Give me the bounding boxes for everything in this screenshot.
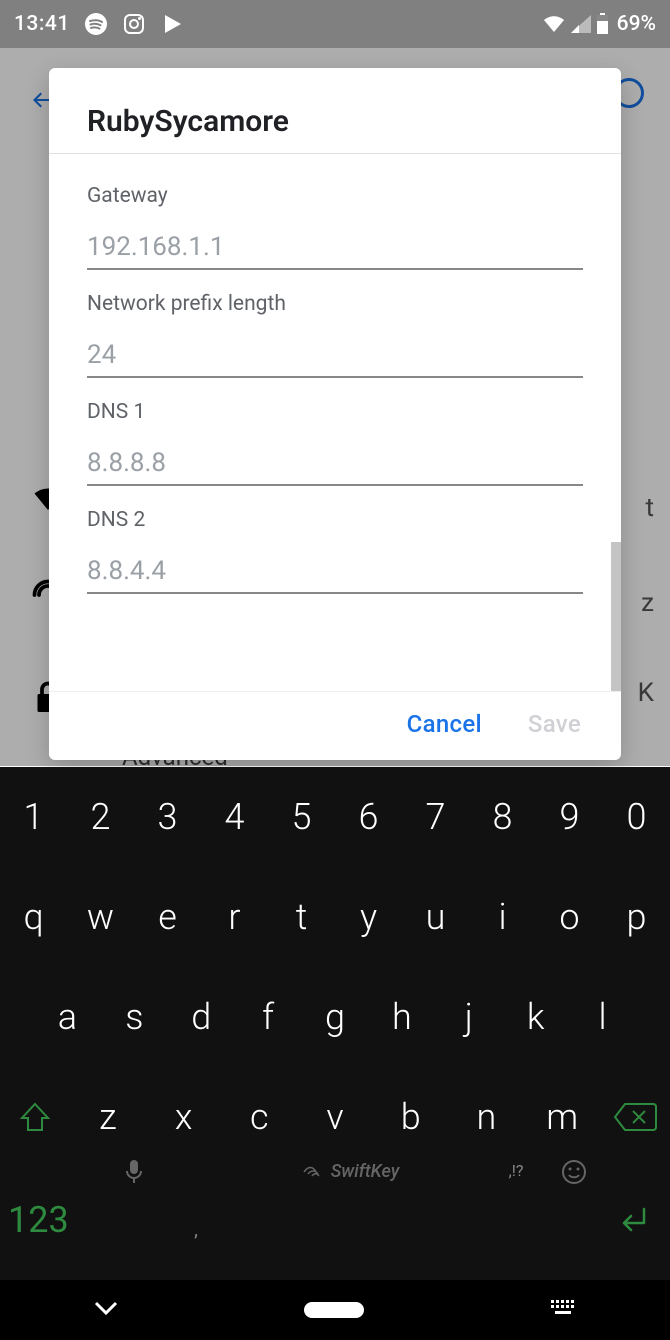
key-m[interactable]: m (524, 1096, 600, 1138)
keyboard-row-bottom: 123 , SwiftKey ,!? (0, 1167, 670, 1247)
keyboard-row-qwerty: q w e r t y u i o p (0, 867, 670, 967)
gateway-label: Gateway (87, 184, 583, 208)
key-q[interactable]: q (0, 896, 67, 938)
signal-icon (570, 14, 592, 34)
dns1-label: DNS 1 (87, 400, 583, 424)
dialog-scrollbar[interactable] (611, 542, 621, 691)
key-p[interactable]: p (603, 896, 670, 938)
keyboard-row-numbers: 1 2 3 4 5 6 7 8 9 0 (0, 777, 670, 857)
mode-key-123[interactable]: 123 (8, 1199, 92, 1241)
backspace-key[interactable] (600, 1100, 670, 1134)
key-j[interactable]: j (435, 996, 502, 1038)
keyboard-row-zxcv: z x c v b n m (0, 1067, 670, 1167)
nav-bar (0, 1280, 670, 1340)
key-6[interactable]: 6 (335, 796, 402, 838)
key-r[interactable]: r (201, 896, 268, 938)
dialog-title: RubySycamore (49, 68, 621, 154)
nav-keyboard-switch[interactable] (548, 1297, 578, 1323)
play-store-icon (160, 12, 184, 36)
key-l[interactable]: l (569, 996, 636, 1038)
key-s[interactable]: s (101, 996, 168, 1038)
instagram-icon (122, 12, 146, 36)
status-bar: 13:41 69% (0, 0, 670, 48)
key-z[interactable]: z (70, 1096, 146, 1138)
key-f[interactable]: f (235, 996, 302, 1038)
key-a[interactable]: a (34, 996, 101, 1038)
key-x[interactable]: x (146, 1096, 222, 1138)
key-7[interactable]: 7 (402, 796, 469, 838)
key-c[interactable]: c (221, 1096, 297, 1138)
comma-key[interactable]: , (176, 1220, 216, 1241)
key-b[interactable]: b (373, 1096, 449, 1138)
swiftkey-icon (303, 1163, 325, 1181)
key-w[interactable]: w (67, 896, 134, 938)
battery-percent: 69% (617, 12, 656, 36)
enter-key[interactable] (602, 1205, 662, 1239)
key-9[interactable]: 9 (536, 796, 603, 838)
emoji-key[interactable] (546, 1159, 602, 1189)
key-k[interactable]: k (502, 996, 569, 1038)
punctuation-key[interactable]: ,!? (486, 1161, 546, 1180)
key-1[interactable]: 1 (0, 796, 67, 838)
dialog-actions: Cancel Save (49, 691, 621, 760)
wifi-icon (542, 14, 566, 34)
key-5[interactable]: 5 (268, 796, 335, 838)
soft-keyboard: 1 2 3 4 5 6 7 8 9 0 q w e r t y u i o p … (0, 767, 670, 1340)
prefix-label: Network prefix length (87, 292, 583, 316)
key-t[interactable]: t (268, 896, 335, 938)
shift-key[interactable] (0, 1098, 70, 1136)
key-d[interactable]: d (168, 996, 235, 1038)
key-o[interactable]: o (536, 896, 603, 938)
network-config-dialog: RubySycamore Gateway Network prefix leng… (49, 68, 621, 760)
key-3[interactable]: 3 (134, 796, 201, 838)
mic-key[interactable] (92, 1159, 176, 1189)
dialog-body: Gateway Network prefix length DNS 1 DNS … (49, 154, 621, 691)
dns1-input[interactable] (87, 442, 583, 486)
dns2-input[interactable] (87, 550, 583, 594)
cancel-button[interactable]: Cancel (407, 710, 482, 738)
key-g[interactable]: g (302, 996, 369, 1038)
save-button[interactable]: Save (528, 710, 581, 738)
key-i[interactable]: i (469, 896, 536, 938)
key-n[interactable]: n (449, 1096, 525, 1138)
dns2-label: DNS 2 (87, 508, 583, 532)
key-0[interactable]: 0 (603, 796, 670, 838)
status-time: 13:41 (14, 12, 70, 36)
nav-back-hide-keyboard[interactable] (92, 1299, 120, 1321)
spotify-icon (84, 12, 108, 36)
keyboard-brand: SwiftKey (331, 1161, 400, 1182)
key-u[interactable]: u (402, 896, 469, 938)
prefix-input[interactable] (87, 334, 583, 378)
key-e[interactable]: e (134, 896, 201, 938)
key-h[interactable]: h (368, 996, 435, 1038)
gateway-input[interactable] (87, 226, 583, 270)
battery-icon (596, 13, 609, 35)
key-8[interactable]: 8 (469, 796, 536, 838)
spacebar-key[interactable]: SwiftKey (216, 1161, 486, 1182)
key-2[interactable]: 2 (67, 796, 134, 838)
keyboard-row-asdf: a s d f g h j k l (0, 967, 670, 1067)
key-v[interactable]: v (297, 1096, 373, 1138)
nav-home-pill[interactable] (304, 1302, 364, 1318)
key-4[interactable]: 4 (201, 796, 268, 838)
key-y[interactable]: y (335, 896, 402, 938)
